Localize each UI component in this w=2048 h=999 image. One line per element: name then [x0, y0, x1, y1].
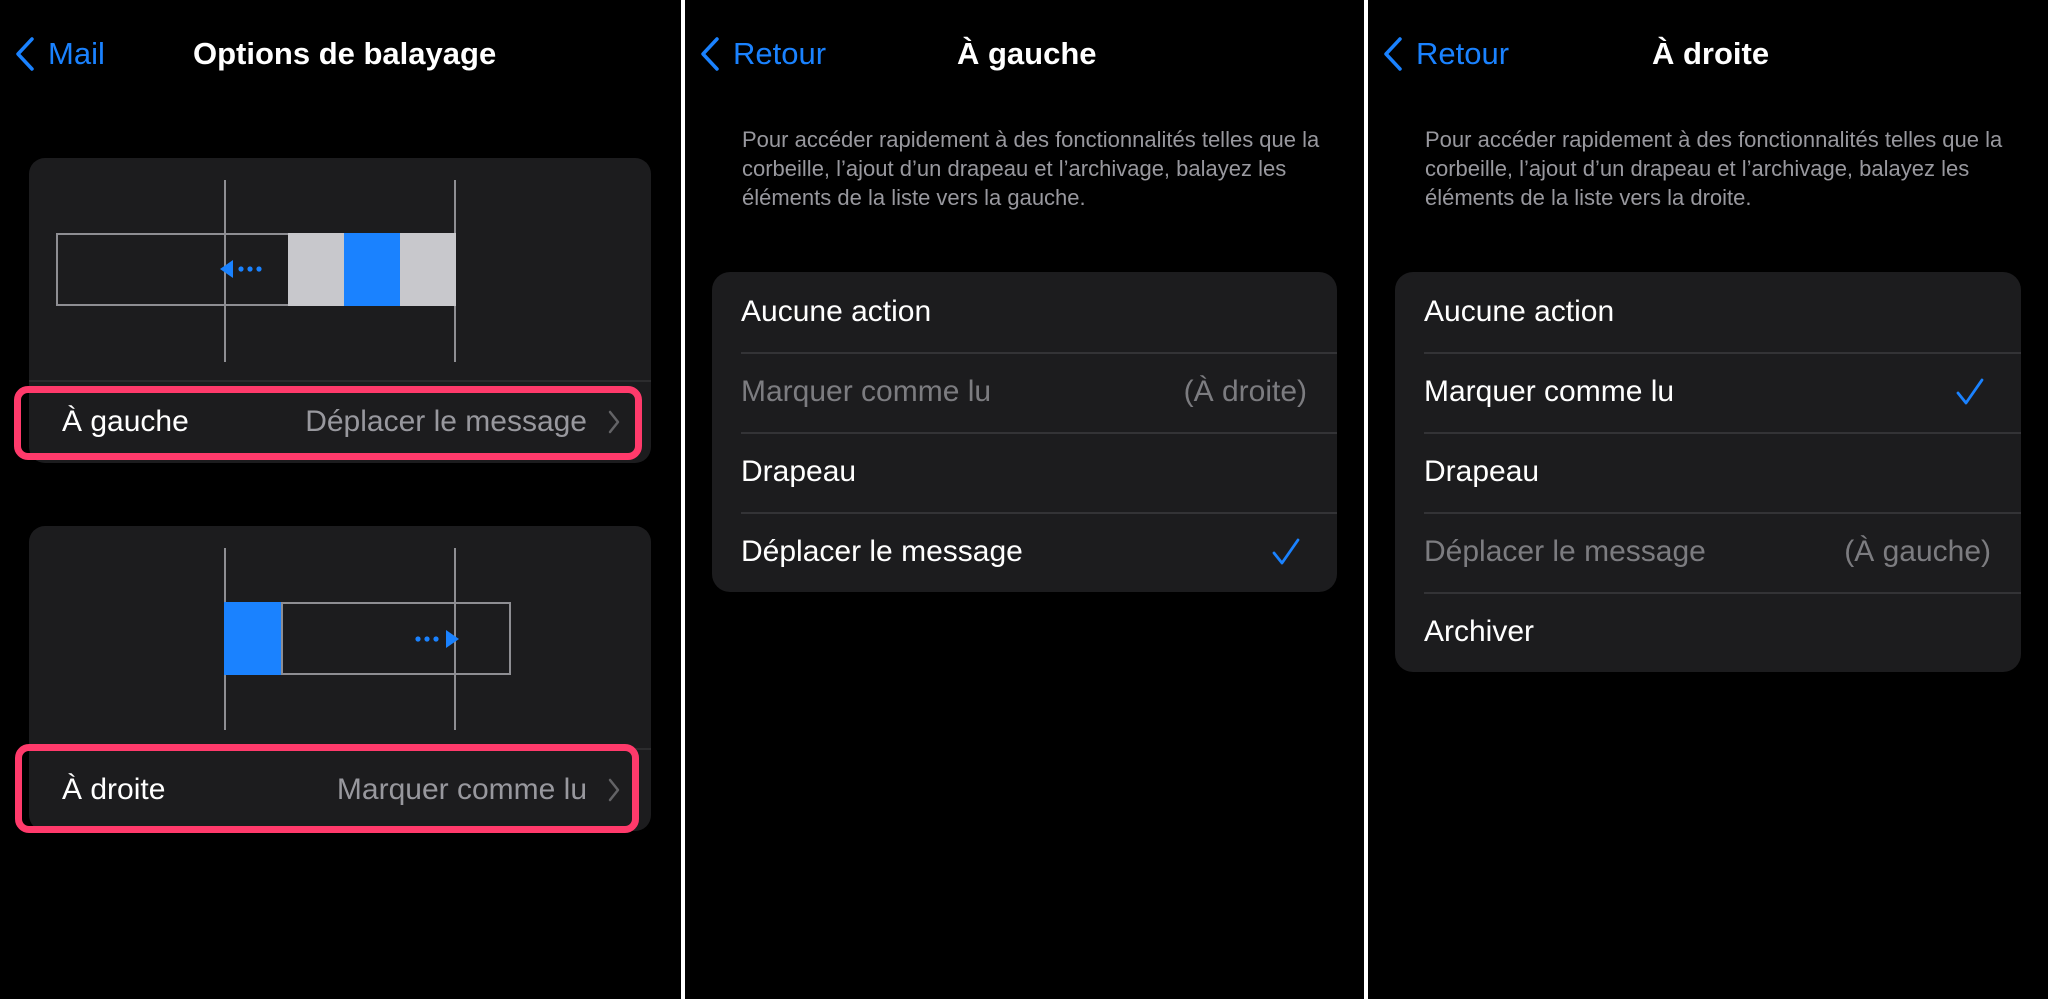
setting-label: À gauche	[62, 405, 189, 438]
option-row: Marquer comme lu (À droite)	[712, 352, 1337, 432]
option-row[interactable]: Marquer comme lu	[1395, 352, 2021, 432]
option-label: Archiver	[1424, 615, 1535, 648]
swipe-left-arrow-icon	[220, 260, 262, 278]
swipe-left-illustration	[29, 158, 651, 380]
action-block-blue	[344, 233, 401, 306]
swipe-left-card: À gauche Déplacer le message	[29, 158, 651, 463]
back-button[interactable]: Retour	[1382, 34, 1509, 74]
setting-label: À droite	[62, 773, 166, 806]
option-hint: (À gauche)	[1844, 535, 1991, 568]
option-label: Drapeau	[741, 455, 857, 488]
page-title: À droite	[1652, 36, 1770, 71]
checkmark-icon	[1272, 538, 1300, 565]
swipe-right-card: À droite Marquer comme lu	[29, 526, 651, 831]
setting-value: Marquer comme lu	[336, 773, 587, 806]
swipe-right-illustration	[29, 526, 651, 748]
option-hint: (À droite)	[1183, 375, 1307, 408]
option-label: Déplacer le message	[1424, 535, 1706, 568]
option-row[interactable]: Drapeau	[712, 432, 1337, 512]
message-row-shape	[281, 602, 511, 675]
back-label: Retour	[733, 36, 827, 71]
swipe-right-screen: Retour À droite Pour accéder rapidement …	[1368, 0, 2048, 999]
option-label: Déplacer le message	[741, 535, 1023, 568]
option-row[interactable]: Archiver	[1395, 592, 2021, 672]
action-options-list: Aucune action Marquer comme lu (À droite) D…	[712, 272, 1337, 592]
action-block-blue	[224, 602, 281, 675]
back-button[interactable]: Mail	[14, 34, 105, 74]
option-row[interactable]: Aucune action	[712, 272, 1337, 352]
option-row[interactable]: Aucune action	[1395, 272, 2021, 352]
swipe-left-screen: Retour À gauche Pour accéder rapidement …	[685, 0, 1364, 999]
chevron-left-icon	[1384, 37, 1402, 71]
option-label: Marquer comme lu	[741, 375, 992, 408]
back-label: Retour	[1416, 36, 1510, 71]
option-label: Aucune action	[741, 295, 932, 328]
swipe-right-setting-row[interactable]: À droite Marquer comme lu	[29, 750, 651, 830]
page-title: Options de balayage	[193, 36, 497, 71]
checkmark-icon	[1956, 378, 1984, 405]
action-block-gray	[288, 233, 345, 306]
nav-bar: Retour À droite	[1368, 0, 2048, 110]
chevron-left-icon	[701, 37, 719, 71]
chevron-right-icon	[608, 410, 620, 434]
swipe-options-screen: Mail Options de balayage À gauche Déplac…	[0, 0, 681, 999]
page-title: À gauche	[957, 36, 1097, 71]
swipe-right-arrow-icon	[415, 630, 459, 648]
swipe-left-setting-row[interactable]: À gauche Déplacer le message	[29, 382, 651, 462]
chevron-left-icon	[16, 37, 34, 71]
option-row[interactable]: Déplacer le message	[712, 512, 1337, 592]
action-block-gray	[400, 233, 456, 306]
nav-bar: Retour À gauche	[685, 0, 1364, 110]
chevron-right-icon	[608, 778, 620, 802]
option-label: Marquer comme lu	[1424, 375, 1675, 408]
option-label: Aucune action	[1424, 295, 1615, 328]
message-row-shape	[56, 233, 314, 306]
option-row[interactable]: Drapeau	[1395, 432, 2021, 512]
back-label: Mail	[48, 36, 105, 71]
description-text: Pour accéder rapidement à des fonctionna…	[742, 127, 1320, 210]
option-label: Drapeau	[1424, 455, 1540, 488]
setting-value: Déplacer le message	[305, 405, 587, 438]
description-text: Pour accéder rapidement à des fonctionna…	[1425, 127, 2003, 210]
back-button[interactable]: Retour	[699, 34, 826, 74]
action-options-list: Aucune action Marquer comme lu Drapeau Dépl…	[1395, 272, 2021, 672]
option-row: Déplacer le message (À gauche)	[1395, 512, 2021, 592]
nav-bar: Mail Options de balayage	[0, 0, 681, 110]
